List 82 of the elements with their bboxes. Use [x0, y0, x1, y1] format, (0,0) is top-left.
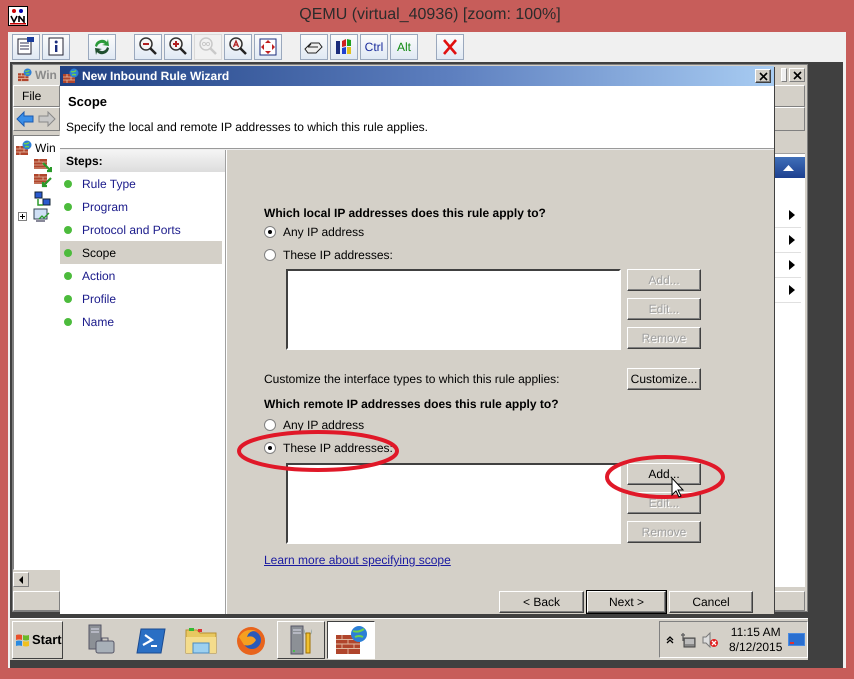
- step-link[interactable]: Protocol and Ports: [82, 222, 181, 236]
- taskbar-button[interactable]: [327, 620, 375, 658]
- add-button[interactable]: Add...: [627, 463, 701, 485]
- chevron-up-icon[interactable]: [666, 636, 674, 644]
- menu-item[interactable]: File: [22, 89, 42, 103]
- close-icon: [792, 70, 802, 80]
- steps-heading: Steps:: [60, 150, 225, 172]
- expand-icon[interactable]: [18, 212, 27, 220]
- back-arrow-icon[interactable]: [16, 111, 34, 127]
- radio-label: These IP addresses:: [283, 248, 393, 262]
- expand-arrow-icon[interactable]: [789, 235, 795, 245]
- page-heading: Scope: [68, 94, 108, 109]
- zoom-auto-button[interactable]: [224, 34, 252, 60]
- mouse-cursor-icon: [672, 476, 684, 498]
- brick-wall-arrow-icon[interactable]: [34, 157, 52, 173]
- help-link[interactable]: Learn more about specifying scope: [264, 553, 451, 567]
- brick-wall-arrow-icon[interactable]: [34, 174, 52, 190]
- maximize-button[interactable]: [781, 68, 787, 82]
- clock-time[interactable]: 11:15 AM: [730, 624, 781, 640]
- close-icon: [758, 72, 768, 80]
- address-list[interactable]: [286, 269, 621, 350]
- windows-logo-icon: [15, 632, 31, 648]
- step-link[interactable]: Rule Type: [82, 176, 136, 190]
- brick-wall-globe-icon: [16, 140, 32, 156]
- status-dot: [64, 294, 72, 302]
- windows-key-button[interactable]: [330, 34, 358, 60]
- keys-button[interactable]: [300, 34, 328, 60]
- status-dot: [64, 272, 72, 280]
- info-button[interactable]: [42, 34, 70, 60]
- step-link[interactable]: Program: [82, 200, 128, 214]
- left-arrow-icon: [19, 576, 23, 584]
- radio-button[interactable]: [264, 248, 276, 260]
- window-title: New Inbound Rule Wizard: [82, 69, 230, 83]
- expand-arrow-icon[interactable]: [789, 260, 795, 270]
- ctrl-key-button[interactable]: Ctrl: [360, 34, 388, 60]
- expand-arrow-icon[interactable]: [789, 285, 795, 295]
- fullscreen-button[interactable]: [254, 34, 282, 60]
- status-dot: [64, 180, 72, 188]
- clock-date[interactable]: 8/12/2015: [729, 640, 782, 654]
- network-computers-icon[interactable]: [34, 191, 52, 207]
- app-icon: [8, 6, 28, 26]
- radio-button[interactable]: [264, 226, 276, 238]
- status-dot: [64, 202, 72, 210]
- next-button[interactable]: Next >: [587, 591, 666, 613]
- step-link[interactable]: Action: [82, 268, 116, 282]
- scroll-left-button[interactable]: [13, 572, 29, 587]
- zoom-in-button[interactable]: [164, 34, 192, 60]
- radio-label: Any IP address: [283, 224, 364, 238]
- radio-label: These IP addresses:: [283, 440, 393, 454]
- radio-label: Any IP address: [283, 418, 364, 432]
- alt-key-button[interactable]: Alt: [390, 34, 418, 60]
- monitor-chart-icon[interactable]: [33, 208, 51, 224]
- status-dot: [64, 226, 72, 234]
- page-description: Specify the local and remote IP addresses to which this rule applies.: [66, 120, 429, 134]
- window-title: Win: [35, 68, 57, 82]
- refresh-button[interactable]: [88, 34, 116, 60]
- step-link[interactable]: Scope: [82, 246, 116, 260]
- status-dot: [64, 318, 72, 326]
- brick-wall-globe-icon: [18, 68, 32, 82]
- customize-text: Customize the interface types to which this rule applies:: [264, 372, 560, 386]
- back-button[interactable]: < Back: [499, 591, 584, 613]
- step-link[interactable]: Name: [82, 314, 114, 328]
- question-text: Which remote IP addresses does this rule apply to?: [264, 397, 560, 411]
- collapse-arrow-icon: [782, 164, 794, 170]
- options-button[interactable]: [12, 34, 40, 60]
- window-title: QEMU (virtual_40936) [zoom: 100%]: [298, 6, 561, 23]
- brick-wall-globe-icon: [63, 68, 79, 84]
- expand-arrow-icon[interactable]: [789, 210, 795, 220]
- tree-item[interactable]: Win: [35, 141, 56, 155]
- start-button[interactable]: Start: [12, 620, 63, 658]
- customize-button[interactable]: Customize...: [627, 368, 701, 390]
- address-list[interactable]: [286, 463, 621, 544]
- network-icon[interactable]: [680, 632, 696, 648]
- zoom-out-button[interactable]: [134, 34, 162, 60]
- speaker-muted-icon[interactable]: [702, 632, 719, 648]
- cancel-button[interactable]: Cancel: [669, 591, 753, 613]
- step-link[interactable]: Profile: [82, 292, 116, 306]
- show-desktop-icon[interactable]: [788, 632, 806, 646]
- radio-button[interactable]: [264, 418, 276, 430]
- radio-button[interactable]: [264, 442, 276, 454]
- question-text: Which local IP addresses does this rule apply to?: [264, 206, 547, 220]
- status-dot: [64, 248, 72, 256]
